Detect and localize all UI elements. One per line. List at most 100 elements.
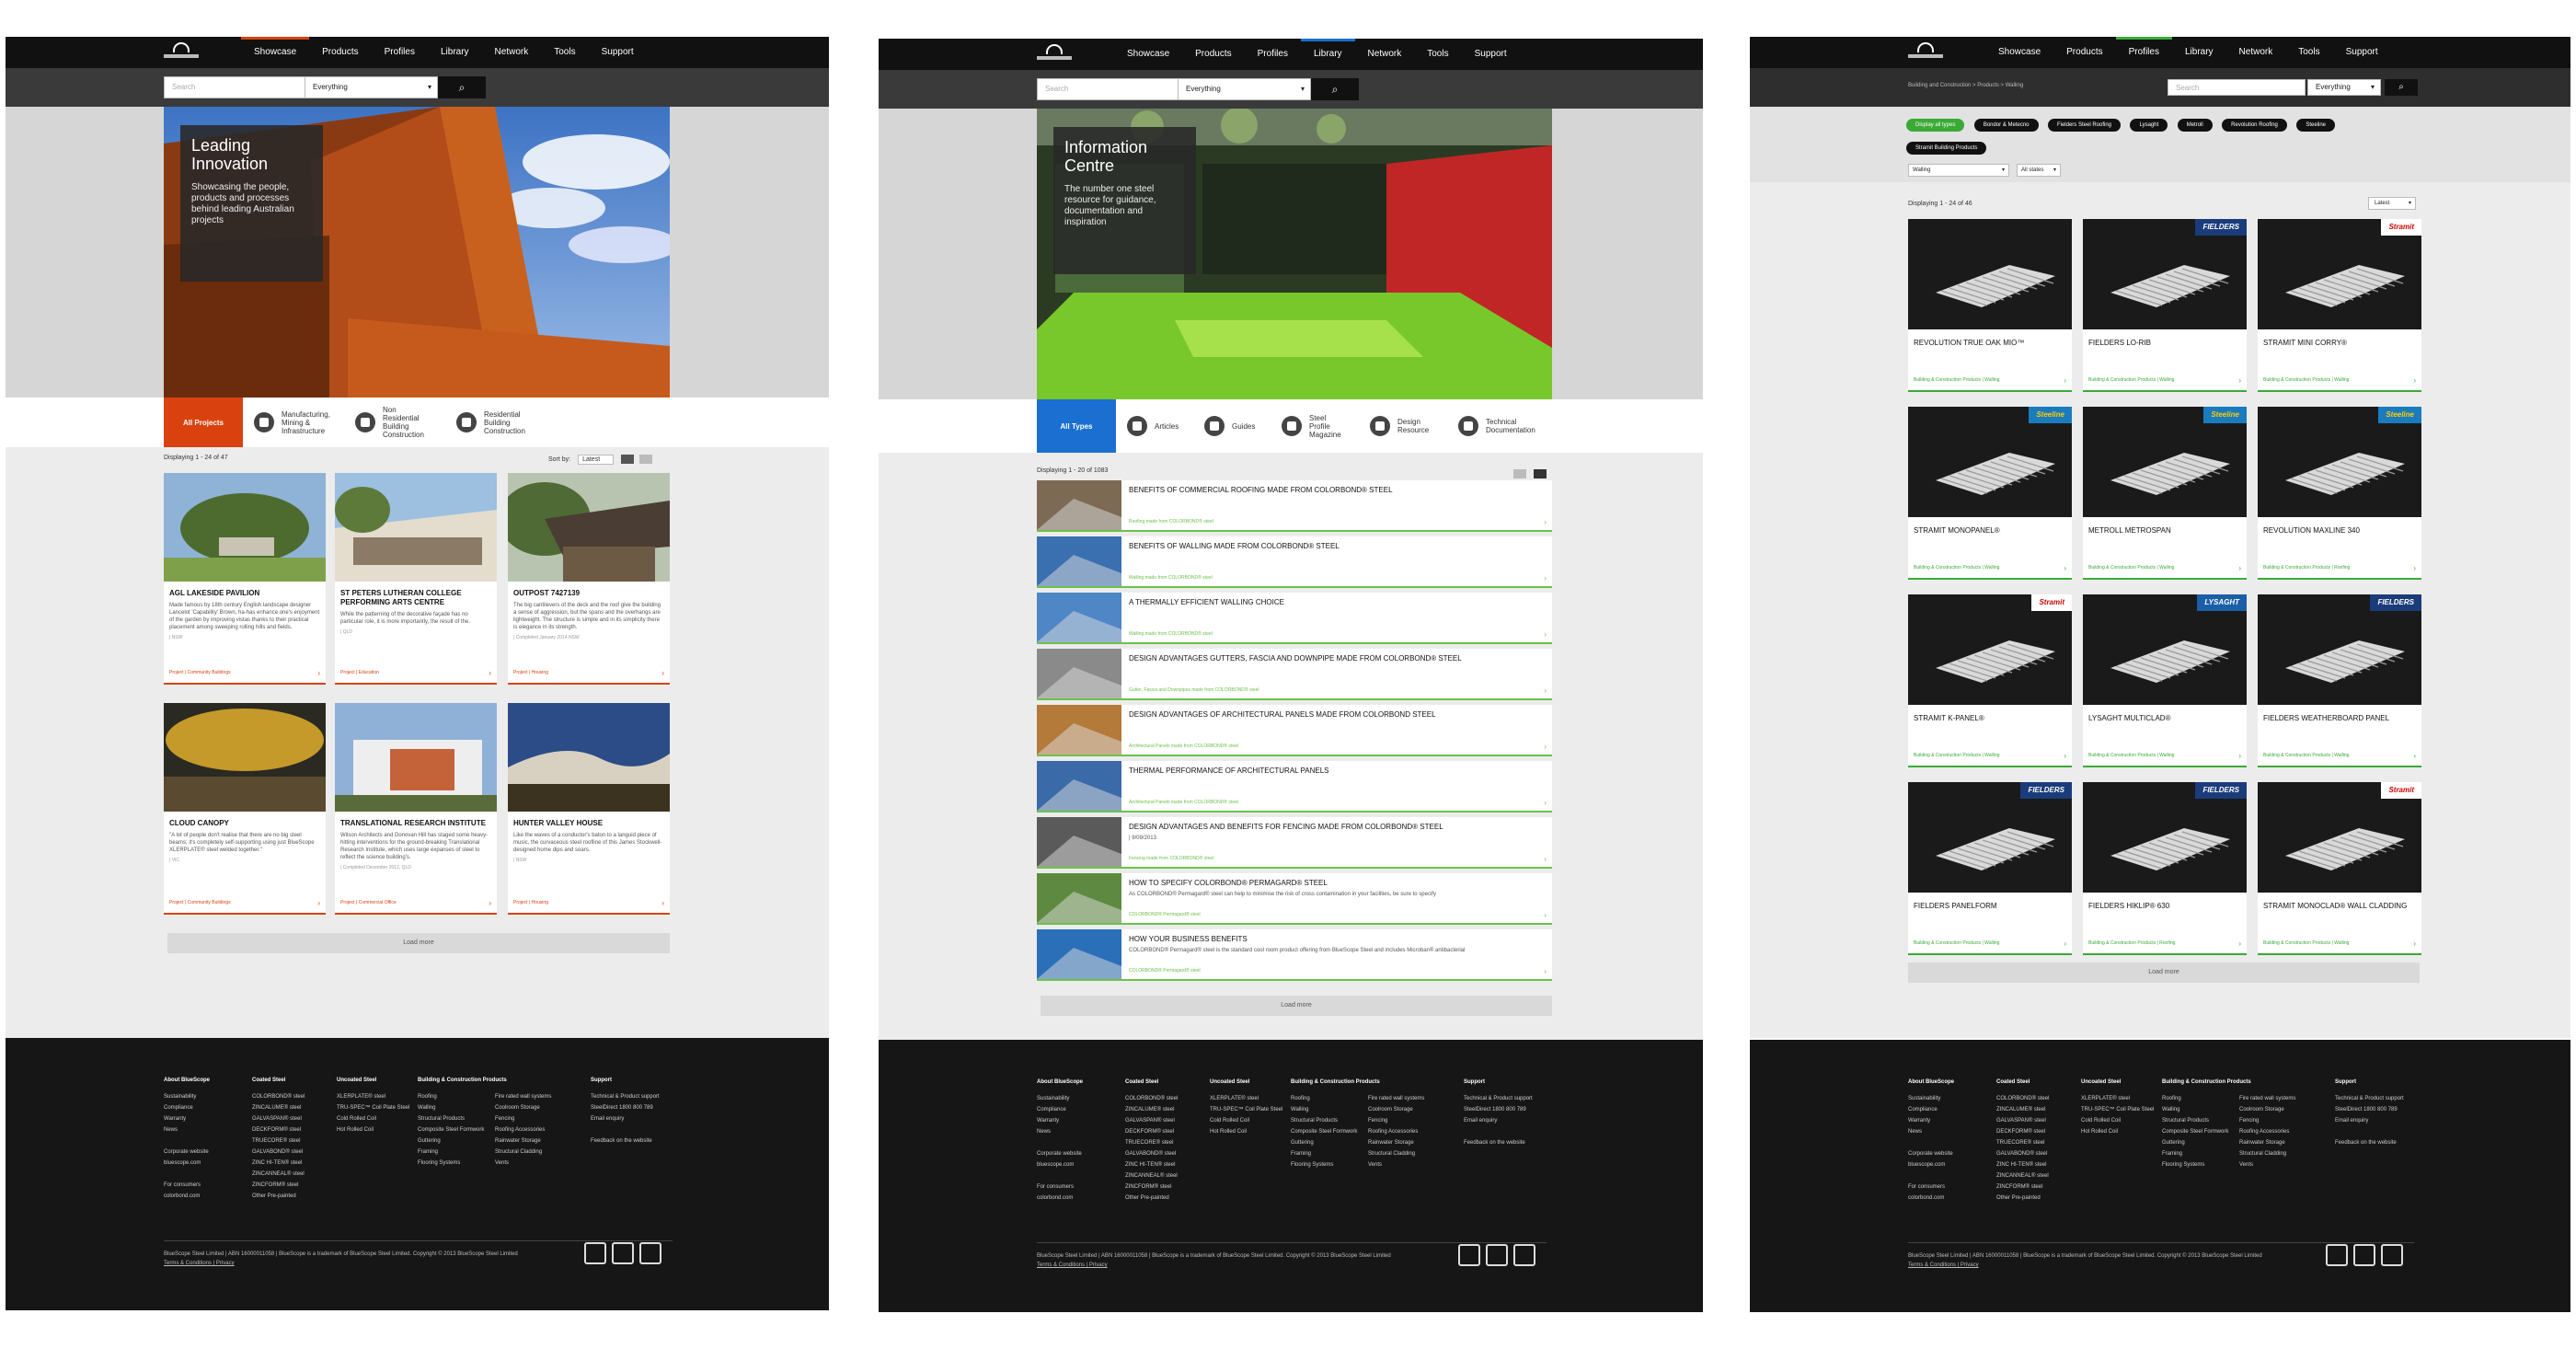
filter-metroll[interactable]: Metroll (2177, 119, 2213, 132)
nav-profiles[interactable]: Profiles (2115, 37, 2173, 68)
product-card[interactable]: Stramit STRAMIT MINI CORRY® Building & Con… (2258, 219, 2421, 392)
nav-library[interactable]: Library (1300, 39, 1355, 70)
article-summary: As COLORBOND® Permagard® steel can help … (1129, 892, 1436, 897)
search-scope-select[interactable]: Everything ▾ (1178, 78, 1311, 100)
filter-stramit[interactable]: Stramit Building Products (1906, 142, 1987, 155)
nav-support[interactable]: Support (1462, 39, 1520, 70)
nav-network[interactable]: Network (2226, 37, 2286, 68)
state-select[interactable]: All states ▾ (2017, 164, 2061, 177)
nav-network[interactable]: Network (482, 37, 542, 68)
load-more-button[interactable]: Load more (167, 933, 670, 953)
tab-manufacturing[interactable]: Manufacturing, Mining & Infrastructure (243, 398, 344, 447)
search-icon: ⌕ (2398, 82, 2404, 92)
search-scope-select[interactable]: Everything ▾ (2307, 79, 2381, 96)
filter-revolution[interactable]: Revolution Roofing (2222, 119, 2287, 132)
product-card[interactable]: Stramit STRAMIT K-PANEL® Building & Constr… (1908, 594, 2072, 767)
product-image: FIELDERS (2258, 594, 2421, 705)
project-card[interactable]: CLOUD CANOPY "A lot of people don't reali… (164, 703, 326, 915)
filter-fielders[interactable]: Fielders Steel Roofing (2047, 119, 2121, 132)
library-row[interactable]: DESIGN ADVANTAGES OF ARCHITECTURAL PANEL… (1037, 705, 1552, 756)
product-card[interactable]: Stramit STRAMIT MONOCLAD® WALL CLADDING Bu… (2258, 782, 2421, 955)
filter-steeline[interactable]: Steeline (2296, 119, 2336, 132)
product-card[interactable]: Steeline REVOLUTION MAXLINE 340 Building &… (2258, 407, 2421, 580)
load-more-button[interactable]: Load more (1041, 996, 1552, 1016)
tab-non-residential[interactable]: Non Residential Building Construction (344, 398, 445, 447)
project-card[interactable]: ST PETERS LUTHERAN COLLEGE PERFORMING AR… (335, 473, 497, 685)
search-scope-select[interactable]: Everything ▾ (305, 76, 438, 98)
nav-support[interactable]: Support (589, 37, 647, 68)
project-card[interactable]: AGL LAKESIDE PAVILION Made famous by 18th… (164, 473, 326, 685)
nav-library[interactable]: Library (428, 37, 482, 68)
tab-articles[interactable]: Articles (1116, 399, 1193, 453)
search-input[interactable]: Search (2168, 79, 2306, 96)
project-card[interactable]: HUNTER VALLEY HOUSE Like the waves of a c… (508, 703, 670, 915)
tab-all-types[interactable]: All Types (1037, 399, 1116, 453)
product-card[interactable]: FIELDERS FIELDERS HIKLIP® 630 Building & C… (2083, 782, 2247, 955)
bluescope-logo[interactable] (1037, 44, 1072, 64)
library-row[interactable]: A THERMALLY EFFICIENT WALLING CHOICE Wall… (1037, 593, 1552, 644)
tab-technical-documentation[interactable]: Technical Documentation (1447, 399, 1548, 453)
nav-showcase[interactable]: Showcase (1985, 37, 2053, 68)
nav-showcase[interactable]: Showcase (1114, 39, 1182, 70)
nav-profiles[interactable]: Profiles (1245, 39, 1301, 70)
nav-support[interactable]: Support (2333, 37, 2391, 68)
footer-col-building: Building & Construction Products Roofing W… (1291, 1079, 1380, 1168)
product-card[interactable]: REVOLUTION TRUE OAK MIO™ Building & Const… (1908, 219, 2072, 392)
product-title: REVOLUTION MAXLINE 340 (2263, 526, 2360, 535)
nav-tools[interactable]: Tools (2285, 37, 2332, 68)
bluescope-logo[interactable] (164, 42, 199, 63)
product-card[interactable]: Steeline STRAMIT MONOPANEL® Building & Con… (1908, 407, 2072, 580)
library-page: Showcase Products Profiles Library Netwo… (879, 39, 1703, 1314)
filter-bondor[interactable]: Bondor & Metecno (1973, 119, 2039, 132)
nav-products[interactable]: Products (309, 37, 371, 68)
library-row[interactable]: DESIGN ADVANTAGES GUTTERS, FASCIA AND DO… (1037, 649, 1552, 700)
tab-design-resource[interactable]: Design Resource (1359, 399, 1447, 453)
product-card[interactable]: Steeline METROLL METROSPAN Building & Cons… (2083, 407, 2247, 580)
category-select[interactable]: Walling ▾ (1908, 164, 2009, 177)
search-button[interactable]: ⌕ (1311, 78, 1359, 100)
library-row[interactable]: BENEFITS OF COMMERCIAL ROOFING MADE FROM… (1037, 480, 1552, 532)
sort-select[interactable]: Latest (578, 455, 615, 465)
tab-residential[interactable]: Residential Building Construction (445, 398, 546, 447)
library-row[interactable]: HOW YOUR BUSINESS BENEFITS COLORBOND® Per… (1037, 929, 1552, 981)
load-more-button[interactable]: Load more (1908, 962, 2420, 983)
product-card[interactable]: FIELDERS FIELDERS PANELFORM Building & Con… (1908, 782, 2072, 955)
project-card[interactable]: TRANSLATIONAL RESEARCH INSTITUTE Wilson A… (335, 703, 497, 915)
tab-steel-profile-magazine[interactable]: Steel Profile Magazine (1271, 399, 1359, 453)
nav-products[interactable]: Products (1182, 39, 1244, 70)
nav-tools[interactable]: Tools (541, 37, 588, 68)
library-row[interactable]: HOW TO SPECIFY COLORBOND® PERMAGARD® STE… (1037, 873, 1552, 925)
article-tag: COLORBOND® Permagard® steel (1129, 912, 1201, 917)
nav-tools[interactable]: Tools (1414, 39, 1461, 70)
nav-products[interactable]: Products (2053, 37, 2115, 68)
top-nav: Showcase Products Profiles Library Netwo… (1750, 37, 2570, 68)
library-row[interactable]: THERMAL PERFORMANCE OF ARCHITECTURAL PAN… (1037, 761, 1552, 813)
filter-lysaght[interactable]: Lysaght (2130, 119, 2168, 132)
grid-view-icon[interactable] (1513, 468, 1526, 478)
chevron-right-icon: › (2413, 939, 2416, 948)
tab-guides[interactable]: Guides (1193, 399, 1271, 453)
product-card[interactable]: LYSAGHT LYSAGHT MULTICLAD® Building & Cons… (2083, 594, 2247, 767)
nav-showcase[interactable]: Showcase (241, 37, 310, 68)
nav-library[interactable]: Library (2172, 37, 2226, 68)
library-type-tabs: All Types Articles Guides Steel Profile … (1037, 399, 1548, 453)
article-summary: COLORBOND® Permagard® steel is the stand… (1129, 948, 1466, 953)
results-count: Displaying 1 - 24 of 46 (1908, 201, 1972, 207)
library-row[interactable]: BENEFITS OF WALLING MADE FROM COLORBOND®… (1037, 536, 1552, 588)
list-view-icon[interactable] (639, 455, 653, 465)
bluescope-logo[interactable] (1908, 42, 1943, 63)
list-view-icon[interactable] (1534, 468, 1547, 478)
filter-all-types[interactable]: Display all types (1906, 119, 1965, 132)
project-card[interactable]: OUTPOST 7427139 The big cantilevers of th… (508, 473, 670, 685)
tab-all-projects[interactable]: All Projects (164, 398, 243, 447)
nav-profiles[interactable]: Profiles (372, 37, 428, 68)
nav-network[interactable]: Network (1355, 39, 1415, 70)
search-button[interactable]: ⌕ (438, 76, 486, 98)
product-card[interactable]: FIELDERS FIELDERS WEATHERBOARD PANEL Build… (2258, 594, 2421, 767)
product-card[interactable]: FIELDERS FIELDERS LO-RIB Building & Constr… (2083, 219, 2247, 392)
sort-control: Sort by: Latest (548, 455, 653, 465)
library-row[interactable]: DESIGN ADVANTAGES AND BENEFITS FOR FENCI… (1037, 817, 1552, 869)
sort-select[interactable]: Latest ▾ (2368, 197, 2416, 210)
search-button[interactable]: ⌕ (2385, 79, 2418, 96)
grid-view-icon[interactable] (621, 455, 635, 465)
